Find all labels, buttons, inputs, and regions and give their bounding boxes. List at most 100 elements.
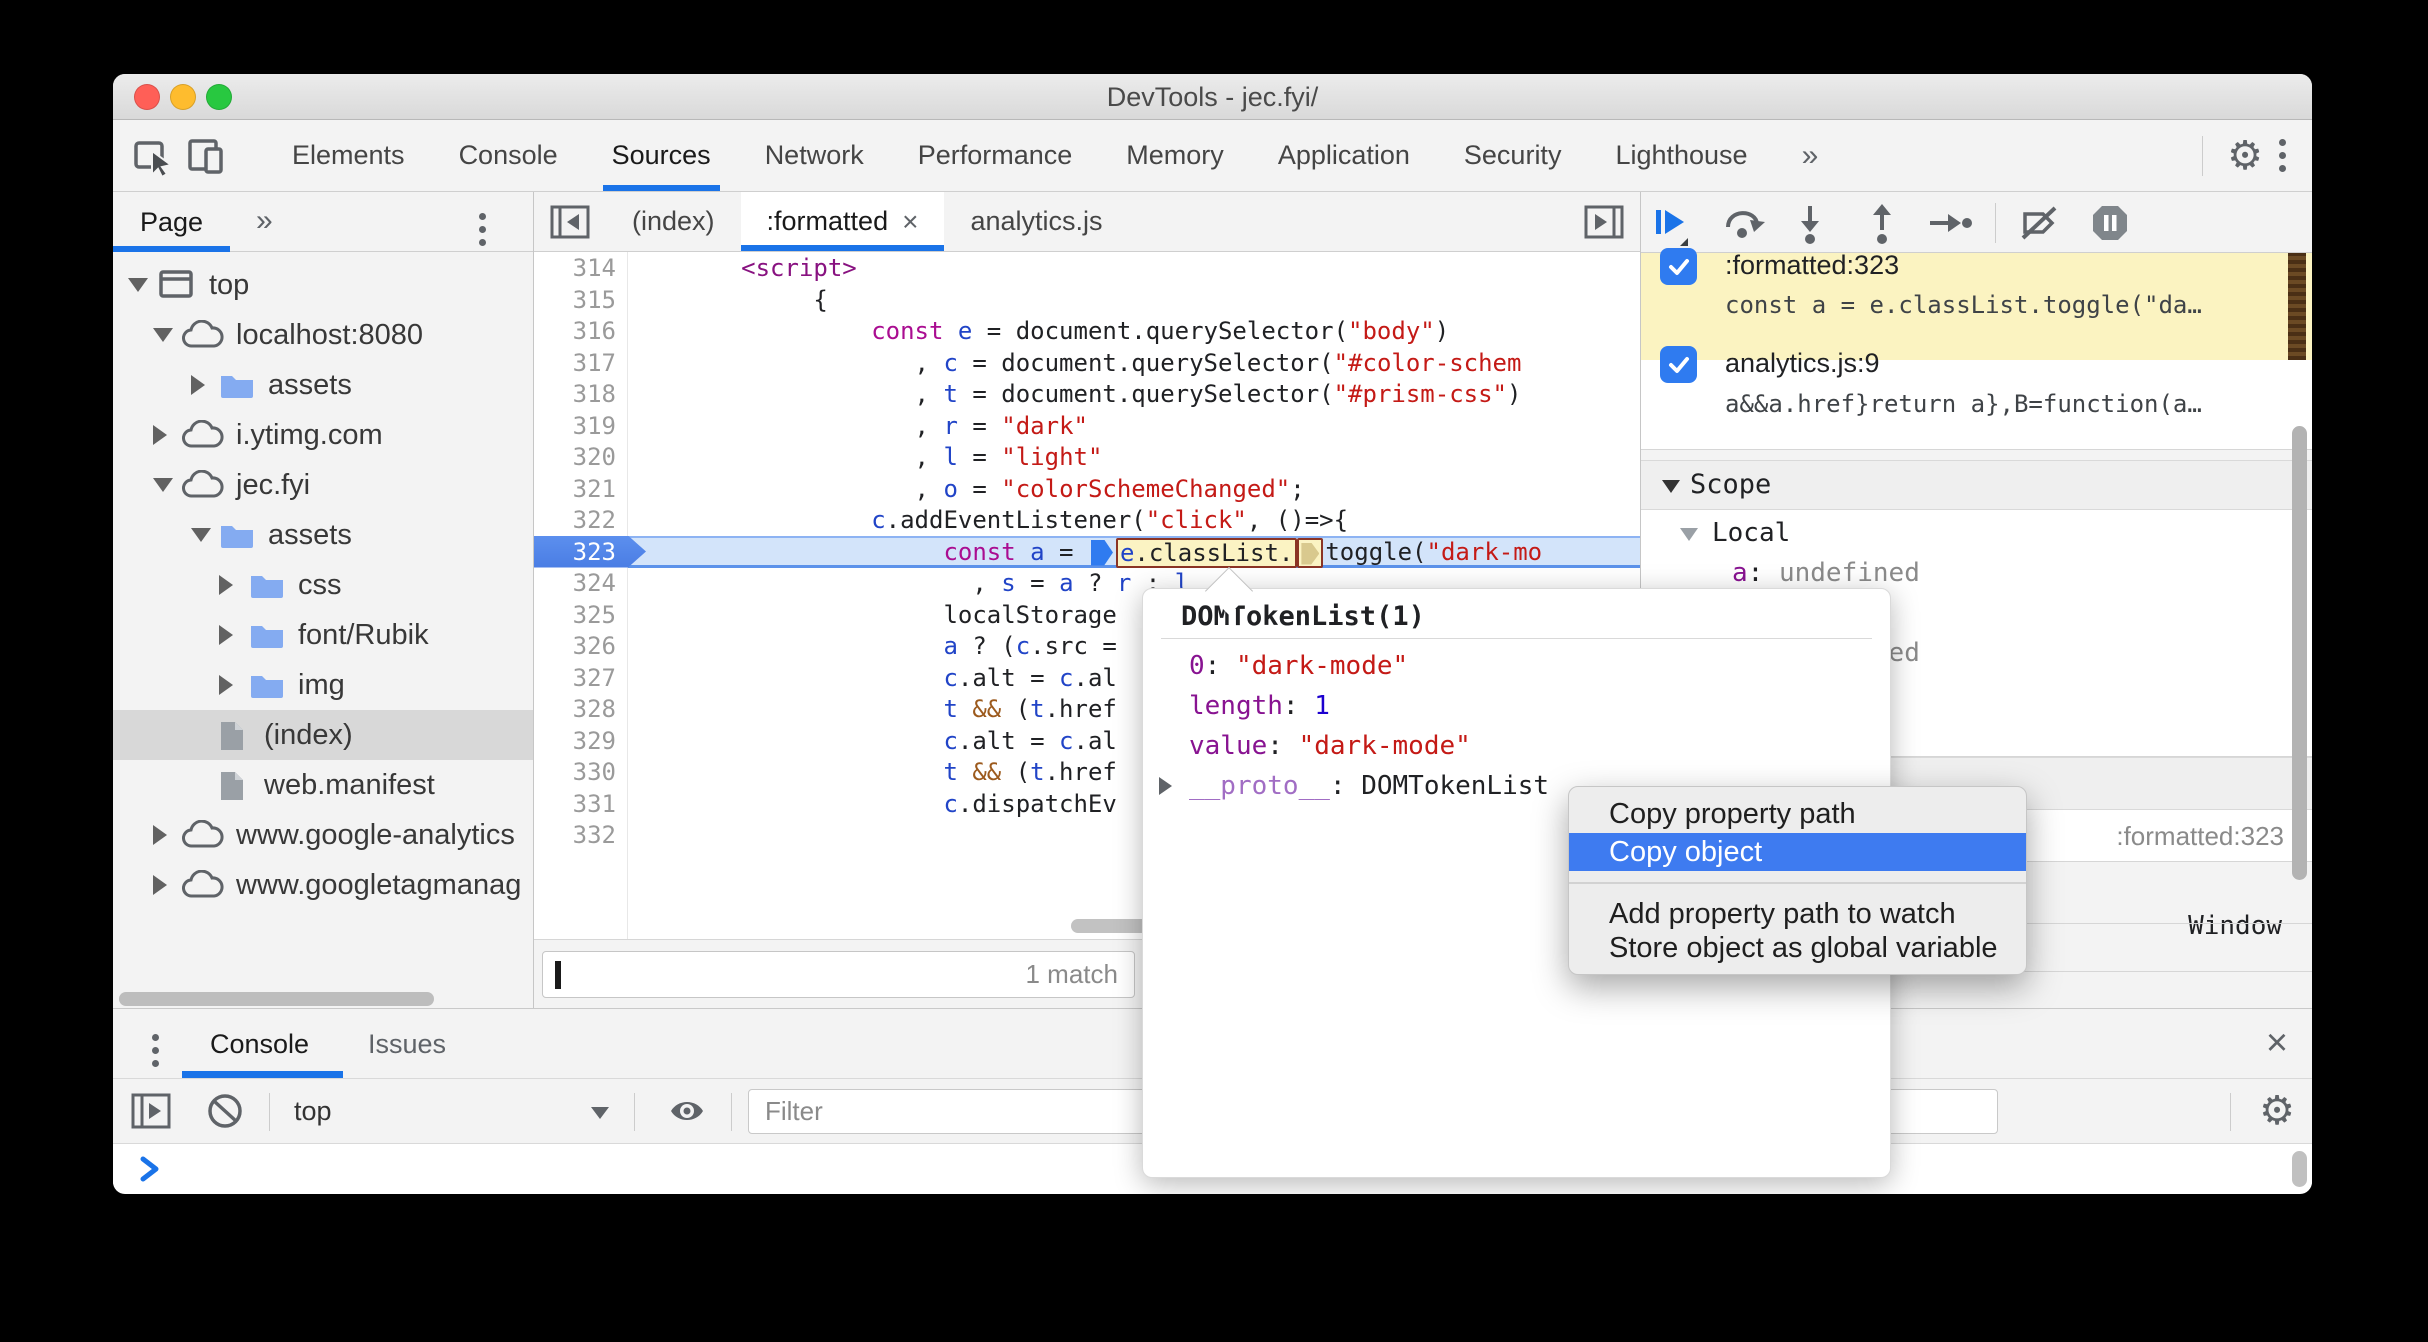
code-line-323[interactable]: const a = e.classList. toggle("dark-mo — [628, 535, 1640, 568]
eye-icon[interactable] — [665, 1089, 709, 1133]
drawer-kebab-icon[interactable] — [144, 1026, 167, 1075]
code-line-319[interactable]: , r = "dark" — [628, 410, 1640, 442]
debugger-vscrollbar[interactable] — [2292, 426, 2307, 880]
file-tab-analyticsjs[interactable]: analytics.js — [944, 192, 1128, 251]
chevron-right-icon[interactable] — [219, 675, 233, 695]
line-number[interactable]: 325 — [534, 599, 628, 631]
line-number[interactable]: 332 — [534, 819, 628, 851]
tree-item-localhost8080[interactable]: localhost:8080 — [113, 310, 533, 360]
tree-item-index[interactable]: (index) — [113, 710, 533, 760]
checkbox-checked[interactable] — [1660, 248, 1697, 285]
current-line-gutter-marker[interactable]: 323 — [534, 535, 646, 568]
step-icon[interactable] — [1926, 200, 1972, 246]
line-number[interactable]: 330 — [534, 756, 628, 788]
console-sidebar-icon[interactable] — [129, 1089, 173, 1133]
line-number-gutter[interactable]: 314 315 316 317 318 319 320 321 322 323 324 325 326 3… — [534, 252, 646, 1008]
scope-variable-a[interactable]: a: undefined — [1732, 553, 1920, 593]
inline-breakpoint-box[interactable] — [1297, 537, 1324, 568]
step-out-icon[interactable] — [1859, 200, 1905, 246]
settings-gear-icon[interactable]: ⚙ — [2219, 136, 2271, 176]
checkbox-checked[interactable] — [1660, 346, 1697, 383]
chevron-right-icon[interactable] — [191, 375, 205, 395]
sidebar-hscrollbar[interactable] — [119, 992, 434, 1006]
tree-item-img[interactable]: img — [113, 660, 533, 710]
line-number[interactable]: 316 — [534, 315, 628, 347]
tree-item-wwwgoogleanalytics[interactable]: www.google-analytics — [113, 810, 533, 860]
line-number[interactable]: 324 — [534, 567, 628, 599]
close-icon[interactable]: × — [902, 206, 918, 238]
hide-navigator-icon[interactable] — [534, 192, 606, 251]
menu-item-add-property-path-to-watch[interactable]: Add property path to watch — [1569, 895, 2026, 933]
inspect-icon[interactable] — [127, 120, 179, 191]
show-debugger-icon[interactable] — [1568, 192, 1640, 251]
chevron-down-icon[interactable] — [153, 328, 173, 342]
chevron-right-icon[interactable] — [153, 825, 167, 845]
tab-network[interactable]: Network — [738, 120, 891, 191]
console-settings-gear-icon[interactable]: ⚙ — [2255, 1089, 2299, 1133]
tree-item-assets[interactable]: assets — [113, 510, 533, 560]
chevron-down-icon[interactable] — [153, 478, 173, 492]
step-over-icon[interactable] — [1720, 200, 1766, 246]
chevron-right-icon[interactable] — [153, 425, 167, 445]
tab-issues[interactable]: Issues — [368, 1009, 446, 1079]
tree-item-iytimgcom[interactable]: i.ytimg.com — [113, 410, 533, 460]
tree-item-jecfyi[interactable]: jec.fyi — [113, 460, 533, 510]
chevron-right-icon[interactable] — [1159, 777, 1172, 795]
tree-item-css[interactable]: css — [113, 560, 533, 610]
tree-item-top[interactable]: top — [113, 260, 533, 310]
search-input[interactable]: 1 match — [542, 951, 1135, 998]
more-panels-icon[interactable]: » — [256, 192, 273, 252]
line-number[interactable]: 317 — [534, 347, 628, 379]
chevron-right-icon[interactable] — [219, 625, 233, 645]
line-number[interactable]: 329 — [534, 725, 628, 757]
line-number[interactable]: 322 — [534, 504, 628, 536]
code-line-314[interactable]: <script> — [628, 252, 1640, 284]
step-into-icon[interactable] — [1787, 200, 1833, 246]
prompt-scrollbar[interactable] — [2292, 1151, 2307, 1187]
device-toolbar-icon[interactable] — [179, 120, 231, 191]
tab-sources[interactable]: Sources — [585, 120, 738, 191]
breakpoint-entry[interactable]: :formatted:323 const a = e.classList.togg… — [1641, 248, 2312, 360]
more-tabs-icon[interactable]: » — [1775, 120, 1846, 191]
tree-item-wwwgoogletagmanag[interactable]: www.googletagmanag — [113, 860, 533, 910]
tab-memory[interactable]: Memory — [1099, 120, 1251, 191]
line-number[interactable]: 331 — [534, 788, 628, 820]
navigator-kebab-icon[interactable] — [471, 205, 494, 254]
tree-item-fontRubik[interactable]: font/Rubik — [113, 610, 533, 660]
menu-item-store-object-as-global-variable[interactable]: Store object as global variable — [1569, 929, 2026, 967]
chevron-down-icon[interactable] — [191, 528, 211, 542]
line-number[interactable]: 328 — [534, 693, 628, 725]
line-number[interactable]: 320 — [534, 441, 628, 473]
kebab-menu-icon[interactable] — [2271, 131, 2294, 180]
menu-item-copy-object[interactable]: Copy object — [1569, 833, 2026, 871]
code-line-316[interactable]: const e = document.querySelector("body") — [628, 315, 1640, 347]
popup-property-0[interactable]: 0: "dark-mode" — [1189, 646, 1880, 686]
code-line-315[interactable]: { — [628, 284, 1640, 316]
tab-performance[interactable]: Performance — [891, 120, 1100, 191]
tab-console[interactable]: Console — [210, 1009, 309, 1079]
line-number[interactable]: 318 — [534, 378, 628, 410]
line-number[interactable]: 319 — [534, 410, 628, 442]
popup-property-length[interactable]: length: 1 — [1189, 686, 1880, 726]
highlighted-expression[interactable]: e.classList. — [1115, 537, 1298, 568]
code-line-321[interactable]: , o = "colorSchemeChanged"; — [628, 473, 1640, 505]
chevron-down-icon[interactable] — [128, 278, 148, 292]
popup-property-value[interactable]: value: "dark-mode" — [1189, 726, 1880, 766]
scope-global-value[interactable]: Window — [2188, 906, 2282, 946]
tab-security[interactable]: Security — [1437, 120, 1589, 191]
code-line-322[interactable]: c.addEventListener("click", ()=>{ — [628, 504, 1640, 536]
execution-context-selector[interactable]: top — [294, 1079, 332, 1144]
file-tab-formatted[interactable]: :formatted × — [740, 192, 945, 251]
chevron-right-icon[interactable] — [153, 875, 167, 895]
pause-on-exceptions-icon[interactable] — [2087, 200, 2133, 246]
chevron-right-icon[interactable] — [219, 575, 233, 595]
tab-application[interactable]: Application — [1251, 120, 1437, 191]
line-number[interactable]: 314 — [534, 252, 628, 284]
file-tab-index[interactable]: (index) — [606, 192, 741, 251]
resume-button[interactable] — [1648, 200, 1694, 246]
menu-item-copy-property-path[interactable]: Copy property path — [1569, 795, 2026, 833]
line-number[interactable]: 315 — [534, 284, 628, 316]
tab-lighthouse[interactable]: Lighthouse — [1588, 120, 1774, 191]
line-number[interactable]: 327 — [534, 662, 628, 694]
close-icon[interactable]: × — [2255, 1021, 2299, 1065]
